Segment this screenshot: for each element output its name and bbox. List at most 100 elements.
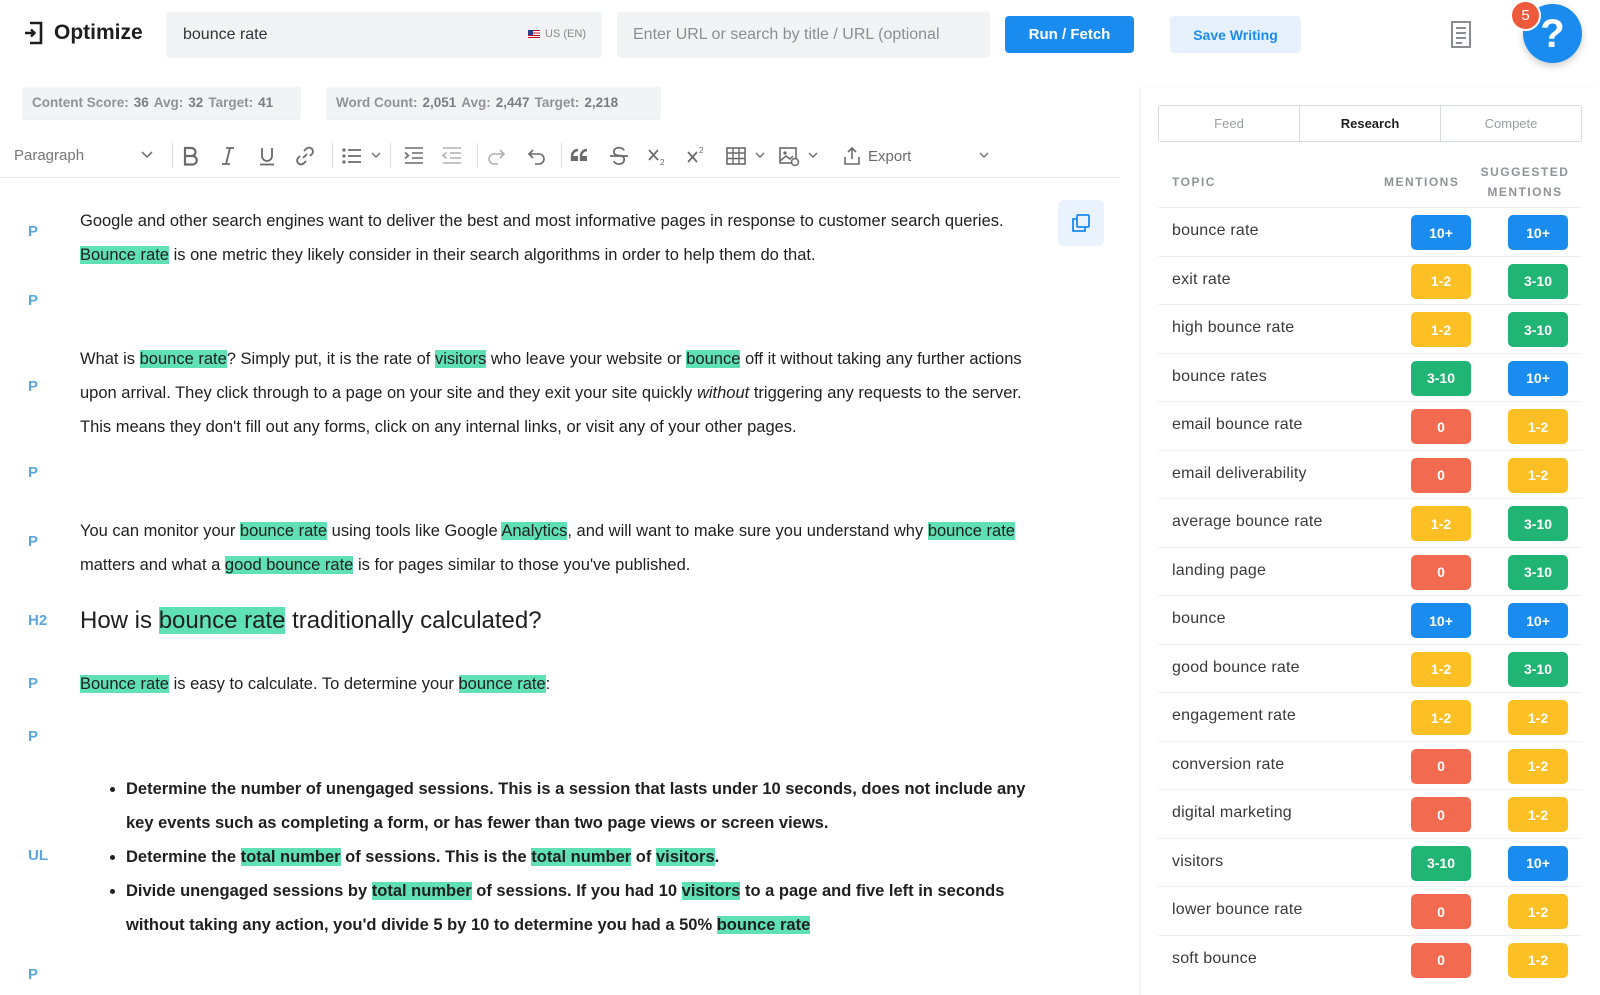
table-row[interactable]: soft bounce 0 1-2 <box>1158 934 1582 984</box>
keyword-highlight: bounce rate <box>158 607 286 634</box>
bullet-list[interactable]: Determine the number of unengaged sessio… <box>80 772 1055 942</box>
mentions-badge: 1-2 <box>1411 312 1471 347</box>
table-row[interactable]: email bounce rate 0 1-2 <box>1158 401 1582 450</box>
table-row[interactable]: landing page 0 3-10 <box>1158 546 1582 596</box>
keyword-highlight: Bounce rate <box>80 246 169 264</box>
table-row[interactable]: visitors 3-10 10+ <box>1158 837 1582 887</box>
topic-name: engagement rate <box>1172 707 1296 724</box>
suggested-mentions-badge: 1-2 <box>1508 457 1568 493</box>
block-type-tag: UL <box>28 847 48 864</box>
chevron-down-icon[interactable] <box>808 150 818 160</box>
locale-label: US (EN) <box>545 28 586 40</box>
copy-block-button[interactable] <box>1058 200 1104 246</box>
mentions-badge: 0 <box>1411 797 1471 832</box>
locale-selector[interactable]: US (EN) <box>528 28 586 40</box>
paragraph[interactable]: Bounce rate is easy to calculate. To det… <box>80 667 1055 701</box>
table-row[interactable]: bounce rate 10+ 10+ <box>1158 207 1582 256</box>
notification-badge: 5 <box>1510 0 1541 31</box>
topic-name: bounce rates <box>1172 367 1267 385</box>
block-type-tag: H2 <box>28 612 48 629</box>
outdent-icon[interactable] <box>440 144 464 168</box>
topic-name: average bounce rate <box>1172 513 1323 530</box>
image-icon[interactable] <box>777 144 801 168</box>
panel-tabs: Feed Research Compete <box>1158 105 1582 142</box>
toolbar-divider <box>172 143 173 168</box>
save-writing-button[interactable]: Save Writing <box>1170 16 1301 53</box>
block-type-tag: P <box>28 966 39 983</box>
content-score: 36 <box>133 94 149 110</box>
block-type-tag: P <box>28 675 39 692</box>
table-row[interactable]: email deliverability 0 1-2 <box>1158 449 1582 499</box>
column-header-mentions[interactable]: MENTIONS <box>1384 172 1459 192</box>
svg-text:2: 2 <box>699 146 704 155</box>
table-row[interactable]: digital marketing 0 1-2 <box>1158 789 1582 838</box>
bullet-list-icon[interactable] <box>340 144 364 168</box>
keyword-highlight: Bounce rate <box>80 675 169 693</box>
tab-compete[interactable]: Compete <box>1441 106 1581 141</box>
chevron-down-icon <box>141 151 153 159</box>
editor-content[interactable]: P P P P P H2 P P UL P Google and other s… <box>0 178 1120 995</box>
blockquote-icon[interactable] <box>568 144 592 168</box>
table-row[interactable]: engagement rate 1-2 1-2 <box>1158 692 1582 741</box>
block-type-tag: P <box>28 292 39 309</box>
paragraph[interactable]: You can monitor your bounce rate using t… <box>80 514 1055 582</box>
table-row[interactable]: good bounce rate 1-2 3-10 <box>1158 643 1582 693</box>
keyword-highlight: bounce rate <box>239 522 328 540</box>
subscript-icon[interactable]: 2 <box>646 144 670 168</box>
paragraph[interactable]: What is bounce rate? Simply put, it is t… <box>80 342 1055 444</box>
link-icon[interactable] <box>293 144 317 168</box>
mentions-badge: 0 <box>1411 894 1471 929</box>
us-flag-icon <box>528 30 541 38</box>
topic-name: good bounce rate <box>1172 658 1300 676</box>
underline-icon[interactable] <box>255 144 279 168</box>
keyword-highlight: bounce rate <box>716 916 811 934</box>
keyword-input[interactable]: bounce rate US (EN) <box>166 12 602 58</box>
indent-icon[interactable] <box>402 144 426 168</box>
paragraph-style-label: Paragraph <box>14 146 85 164</box>
keyword-highlight: visitors <box>434 350 487 368</box>
heading-2[interactable]: How is bounce rate traditionally calcula… <box>80 604 1055 638</box>
strikethrough-icon[interactable] <box>607 144 631 168</box>
keyword-highlight: bounce rate <box>927 522 1015 540</box>
column-header-suggested-mentions[interactable]: SUGGESTED MENTIONS <box>1477 162 1573 202</box>
document-icon[interactable] <box>1450 20 1472 50</box>
table-row[interactable]: bounce 10+ 10+ <box>1158 595 1582 644</box>
redo-icon[interactable] <box>485 144 509 168</box>
chevron-down-icon[interactable] <box>979 150 989 160</box>
bold-icon[interactable] <box>178 144 202 168</box>
table-icon[interactable] <box>724 144 748 168</box>
brand: Optimize <box>22 20 143 46</box>
suggested-mentions-badge: 10+ <box>1508 215 1568 250</box>
brand-name: Optimize <box>54 21 143 44</box>
paragraph-style-select[interactable]: Paragraph <box>14 142 159 168</box>
research-panel: Feed Research Compete TOPIC MENTIONS SUG… <box>1140 88 1600 995</box>
suggested-mentions-badge: 1-2 <box>1508 409 1568 444</box>
table-row[interactable]: conversion rate 0 1-2 <box>1158 740 1582 790</box>
topic-name: soft bounce <box>1172 949 1257 967</box>
keyword-highlight: bounce rate <box>458 675 546 693</box>
content-score-target: 41 <box>258 94 274 110</box>
export-button[interactable]: Export <box>842 144 911 168</box>
superscript-icon[interactable]: 2 <box>685 144 709 168</box>
top-bar: Optimize bounce rate US (EN) Run / Fetch… <box>0 0 1600 70</box>
topic-name: landing page <box>1172 561 1267 579</box>
topic-table: bounce rate 10+ 10+ exit rate 1-2 3-10 high bo… <box>1158 207 1582 983</box>
tab-feed[interactable]: Feed <box>1159 106 1300 141</box>
table-row[interactable]: bounce rates 3-10 10+ <box>1158 352 1582 402</box>
run-fetch-button[interactable]: Run / Fetch <box>1005 16 1134 53</box>
tab-research[interactable]: Research <box>1300 106 1441 141</box>
undo-icon[interactable] <box>524 144 548 168</box>
column-header-topic[interactable]: TOPIC <box>1172 172 1216 192</box>
paragraph[interactable]: Google and other search engines want to … <box>80 204 1055 272</box>
italic-icon[interactable] <box>216 144 240 168</box>
chevron-down-icon[interactable] <box>371 150 381 160</box>
keyword-highlight: total number <box>371 882 472 900</box>
keyword-highlight: visitors <box>655 848 715 866</box>
chevron-down-icon[interactable] <box>755 150 765 160</box>
table-row[interactable]: lower bounce rate 0 1-2 <box>1158 886 1582 935</box>
url-search-input[interactable] <box>617 12 990 58</box>
list-item: Determine the total number of sessions. … <box>126 840 1055 874</box>
table-row[interactable]: high bounce rate 1-2 3-10 <box>1158 304 1582 353</box>
table-row[interactable]: exit rate 1-2 3-10 <box>1158 255 1582 305</box>
table-row[interactable]: average bounce rate 1-2 3-10 <box>1158 498 1582 547</box>
